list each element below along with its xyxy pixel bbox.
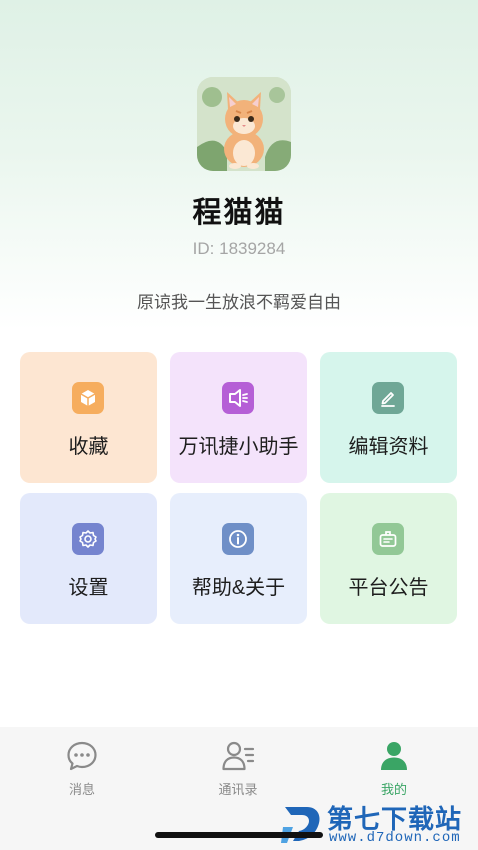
speaker-icon — [222, 382, 254, 414]
announcement-card[interactable]: 平台公告 — [320, 493, 457, 624]
tab-contacts-label: 通讯录 — [218, 782, 258, 797]
d7down-logo-icon — [281, 807, 320, 843]
assistant-card[interactable]: 万讯捷小助手 — [170, 352, 307, 483]
user-id: ID: 1839284 — [192, 239, 286, 258]
tab-messages-label: 消息 — [68, 782, 95, 797]
edit-icon — [372, 382, 404, 414]
favorites-card[interactable]: 收藏 — [20, 352, 157, 483]
tab-messages[interactable]: 消息 — [32, 739, 132, 809]
announcement-label: 平台公告 — [348, 577, 429, 599]
tab-mine-label: 我的 — [380, 782, 407, 797]
help-about-label: 帮助&关于 — [191, 577, 286, 599]
username: 程猫猫 — [192, 197, 286, 229]
tab-contacts[interactable]: 通讯录 — [188, 739, 288, 809]
box-icon — [72, 382, 104, 414]
profile-section: 程猫猫 ID: 1839284 原谅我一生放浪不羁爱自由 — [0, 0, 478, 330]
favorites-label: 收藏 — [68, 436, 109, 458]
help-about-card[interactable]: 帮助&关于 — [170, 493, 307, 624]
settings-card[interactable]: 设置 — [20, 493, 157, 624]
contacts-icon — [222, 741, 255, 771]
edit-profile-card[interactable]: 编辑资料 — [320, 352, 457, 483]
watermark-url: www.d7down.com — [329, 830, 461, 846]
chat-icon — [67, 741, 97, 771]
home-indicator[interactable] — [155, 832, 323, 838]
site-watermark: 第七下载站 www.d7down.com — [281, 797, 477, 849]
edit-profile-label: 编辑资料 — [348, 436, 429, 458]
cat-avatar-image — [197, 77, 291, 171]
avatar[interactable] — [197, 77, 291, 171]
settings-label: 设置 — [68, 577, 109, 599]
gear-icon — [72, 523, 104, 555]
info-icon — [222, 523, 254, 555]
user-signature: 原谅我一生放浪不羁爱自由 — [137, 293, 341, 312]
announcement-icon — [372, 523, 404, 555]
assistant-label: 万讯捷小助手 — [178, 436, 299, 458]
profile-icon — [381, 742, 407, 770]
menu-grid: 收藏 万讯捷小助手 编辑资料 设置 帮助&关于 平台公告 — [20, 352, 458, 624]
